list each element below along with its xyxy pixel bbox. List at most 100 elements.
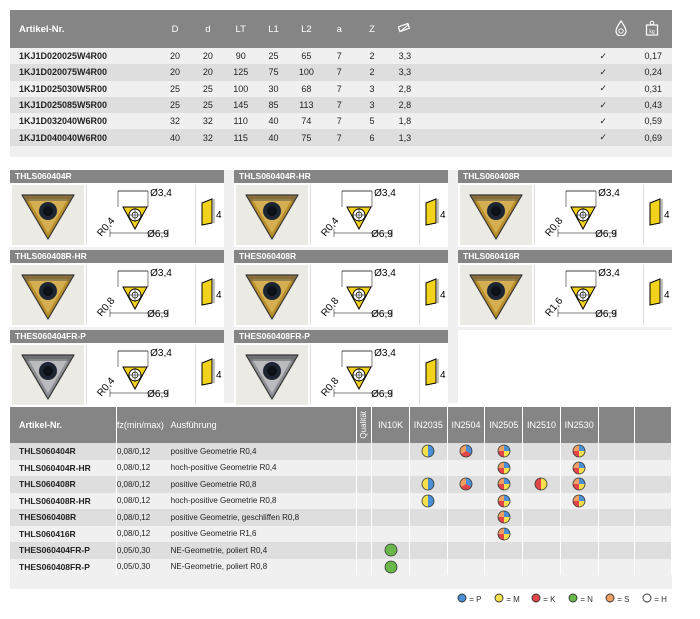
radius-label: R0,8 — [543, 215, 565, 239]
grade-cell — [522, 509, 561, 526]
outer-diameter-label: Ø6,9 — [147, 309, 169, 320]
radius-label: R0,8 — [95, 295, 117, 319]
L2-cell: 68 — [301, 83, 312, 94]
inner-diameter-label: Ø3,4 — [374, 268, 396, 279]
grade-table-body: THLS060404R 0,08/0,12 positive Geometrie R… — [10, 443, 672, 575]
thickness-label: 4 — [440, 210, 446, 221]
grade-cell — [634, 509, 672, 526]
LT-cell: 145 — [224, 96, 258, 114]
insert-title: THLS060408R — [458, 170, 672, 183]
insert-card: THLS060416R Ø3,4 Ø6,9 R1,6 4 — [458, 250, 672, 327]
grade-cell — [371, 459, 410, 476]
col-L1: L1 — [257, 10, 290, 48]
grade-cell — [484, 492, 524, 509]
legend-swatch — [494, 593, 504, 603]
fz-cell: 0,08/0,12 — [116, 529, 151, 539]
thickness-label: 4 — [216, 370, 222, 381]
ausf-cell: hoch-positive Geometrie R0,8 — [168, 492, 357, 509]
art-cell: THLS060408R-HR — [10, 492, 117, 509]
legend-label: = K — [543, 595, 556, 604]
tool-table-panel: Artikel-Nr. D d LT L1 L2 a Z kg 1KJ1D020… — [10, 10, 672, 157]
insert-image — [21, 194, 75, 240]
weight-icon-label: kg — [649, 29, 655, 35]
radius-label: R0,4 — [95, 215, 117, 239]
grade-cell — [371, 542, 410, 559]
insert-photo — [12, 265, 84, 325]
grade-cell — [634, 443, 672, 460]
insert-image — [21, 274, 75, 320]
grade-cell — [598, 525, 636, 542]
art-cell: THLS060404R-HR — [10, 459, 117, 476]
legend-label: = P — [469, 595, 482, 604]
tool-table-body: 1KJ1D020025W4R00 20 20 90 25 65 7 2 3,3 ✓ 0,17 1KJ1… — [10, 48, 672, 146]
col-fz: fz(min/max) — [116, 407, 169, 443]
insert-card: THLS060404R Ø3,4 Ø6,9 R0,4 4 — [10, 170, 224, 247]
qualitaet-cell — [356, 492, 373, 509]
insert-image — [21, 354, 75, 400]
legend-label: = S — [617, 595, 630, 604]
check-cell: ✓ — [599, 115, 607, 126]
ausf-cell: positive Geometrie R0,8 — [168, 476, 357, 493]
insert-dimension-drawing: Ø3,4 Ø6,9 R0,4 — [319, 188, 396, 240]
grade-dot — [572, 494, 586, 508]
grade-dot — [384, 543, 398, 557]
outer-diameter-label: Ø6,9 — [371, 309, 393, 320]
insert-dimension-drawing: Ø3,4 Ø6,9 R0,4 — [95, 348, 172, 400]
legend-swatch — [568, 593, 578, 603]
grade-cell — [409, 558, 448, 575]
LT-cell: 115 — [224, 129, 258, 146]
a-cell: 7 — [336, 116, 342, 127]
grade-cell — [484, 558, 524, 575]
L1-cell: 75 — [257, 64, 290, 81]
weight-cell: 0,31 — [644, 83, 662, 94]
grade-cell — [447, 542, 486, 559]
check-cell: ✓ — [599, 83, 607, 94]
weight-cell: 0,24 — [631, 64, 672, 81]
qualitaet-cell — [356, 459, 373, 476]
qualitaet-label: Qualität — [359, 411, 369, 439]
outer-diameter-label: Ø6,9 — [147, 229, 169, 240]
grade-cell — [560, 443, 599, 460]
insert-image — [245, 354, 299, 400]
insert-photo — [460, 185, 532, 245]
grade-cell — [522, 492, 561, 509]
grade-cell — [598, 476, 636, 493]
a-cell: 7 — [336, 83, 342, 94]
D-cell: 20 — [170, 51, 181, 62]
legend-label: = N — [580, 595, 593, 604]
grade-cell — [560, 525, 599, 542]
grade-cell — [634, 459, 672, 476]
artikel-nr-cell: 1KJ1D025085W5R00 — [10, 96, 159, 114]
inner-diameter-label: Ø3,4 — [150, 348, 172, 359]
grade-dot — [497, 444, 511, 458]
inner-diameter-label: Ø3,4 — [598, 188, 620, 199]
check-cell: ✓ — [421, 129, 632, 146]
L1-cell: 25 — [268, 51, 279, 62]
grade-dot — [421, 444, 435, 458]
L1-cell: 30 — [268, 83, 279, 94]
grade-row: THLS060404R-HR 0,08/0,12 hoch-positive Geo… — [10, 459, 672, 476]
inner-diameter-label: Ø3,4 — [374, 188, 396, 199]
d-cell: 32 — [202, 116, 213, 127]
outer-diameter-label: Ø6,9 — [371, 389, 393, 400]
weight-icon: kg — [645, 20, 659, 36]
insert-title: THLS060404R — [10, 170, 224, 183]
cutting-data-icon — [397, 22, 410, 32]
grade-cell — [447, 492, 486, 509]
cutting-cell: 2,8 — [388, 96, 422, 114]
insert-card: THES060404FR-P Ø3,4 Ø6,9 R0,4 4 — [10, 330, 224, 407]
insert-image — [245, 194, 299, 240]
grade-cell — [409, 542, 448, 559]
outer-diameter-label: Ø6,9 — [595, 229, 617, 240]
grade-cell — [484, 525, 524, 542]
ausf-cell: NE-Geometrie, poliert R0,4 — [168, 542, 357, 559]
fz-cell: 0,08/0,12 — [116, 463, 151, 473]
legend-swatch — [457, 593, 467, 603]
grade-row: THLS060416R 0,08/0,12 positive Geometrie R… — [10, 525, 672, 542]
insert-image — [469, 274, 523, 320]
grade-cell — [447, 509, 486, 526]
tool-table: Artikel-Nr. D d LT L1 L2 a Z kg 1KJ1D020… — [10, 10, 672, 146]
grade-header — [598, 407, 636, 443]
col-ausf: Ausführung — [168, 407, 357, 443]
grade-cell — [371, 558, 410, 575]
